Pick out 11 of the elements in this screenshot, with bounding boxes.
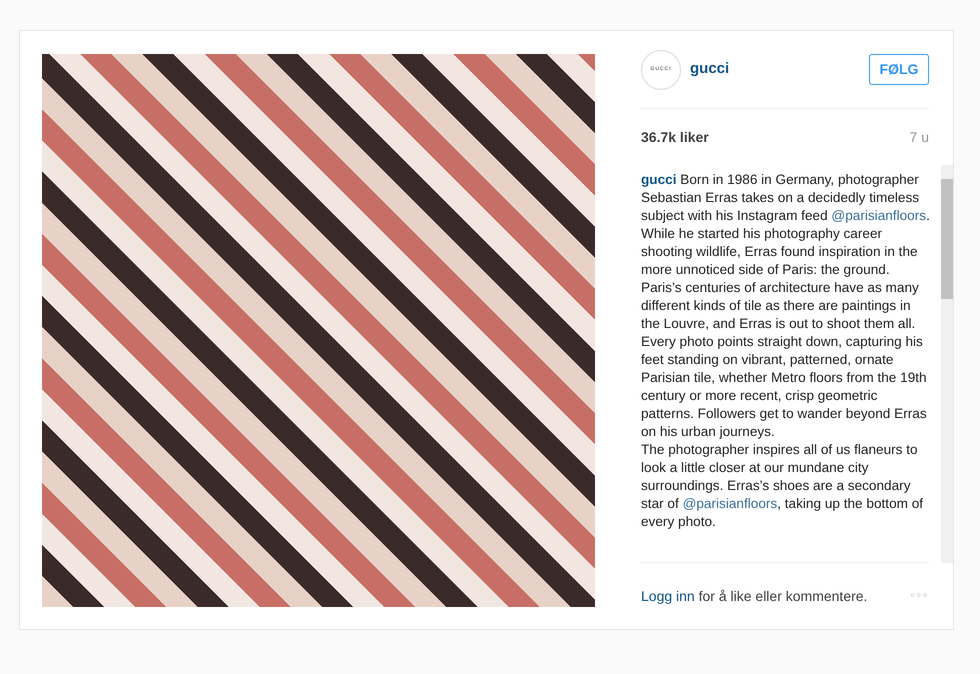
username-link[interactable]: gucci	[641, 172, 677, 187]
post-time: 7 u	[910, 128, 929, 146]
caption-text: The photographer inspires all of us flaneurs to look a little closer at our mundane city surroundings. Erras’s shoes are a secondary star of @parisianfloors, taking up the bottom of every photo.	[641, 441, 924, 531]
login-link[interactable]: Logg inn	[641, 588, 695, 604]
username-link[interactable]: gucci	[690, 58, 730, 81]
likes-count: 36.7k liker	[641, 128, 709, 146]
mention-link[interactable]: @parisianfloors	[682, 496, 778, 511]
caption-text: gucci Born in 1986 in Germany, photographer Sebastian Erras takes on a decidedly timeless subject with his Instagram feed @parisianfloors. While he started his photography career shooting wildlife, Erras found inspiration in the more unnoticed side of Paris: the ground. Paris’s centuries of architecture have as many different kinds of tile as there are paintings in the Louvre, and Erras is out to shoot them all. Every photo points straight down, capturing his feet standing on vibrant, patterned, ornate Parisian tile, whether Metro floors from the 19th century or more recent, crisp geometric patterns. Followers get to wander beyond Erras on his urban journeys.	[641, 171, 931, 441]
mention-link[interactable]: @parisianfloors	[831, 208, 926, 223]
scrollbar[interactable]	[941, 165, 953, 563]
login-prompt: Logg inn for å like eller kommentere.	[641, 586, 868, 606]
